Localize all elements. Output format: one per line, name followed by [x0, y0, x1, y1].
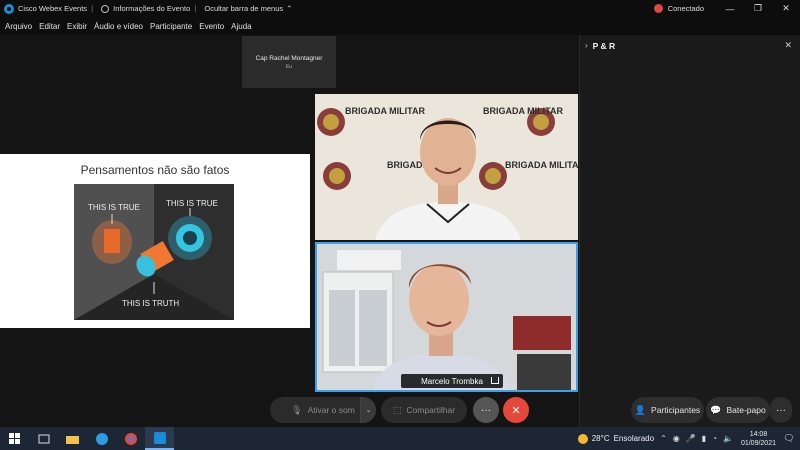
badge-text-2: BRIGADA MILITAR — [483, 106, 563, 116]
more-options-button[interactable]: ··· — [473, 397, 499, 423]
clock[interactable]: 14:08 01/09/2021 — [741, 430, 776, 448]
meeting-stage: Cap Rachel Montagner Eu Pensamentos não … — [0, 35, 578, 427]
slide-label-left: THIS IS TRUE — [88, 203, 140, 212]
event-info-label: Informações do Evento — [113, 4, 191, 13]
menu-exibir[interactable]: Exibir — [67, 22, 87, 31]
notification-icon[interactable]: 🗨 — [782, 433, 796, 444]
video-tile-2[interactable]: Marcelo Trombka — [315, 242, 578, 392]
chat-label: Bate-papo — [726, 405, 766, 415]
network-status-icon[interactable]: ◉ — [673, 434, 680, 443]
menu-audio-video[interactable]: Áudio e vídeo — [94, 22, 143, 31]
info-icon — [101, 4, 110, 13]
webex-logo-icon — [4, 3, 14, 14]
chevron-up-icon: ⌃ — [286, 4, 293, 13]
share-label: Compartilhar — [406, 405, 456, 415]
participant-video-2 — [317, 244, 576, 390]
leave-meeting-button[interactable]: ✕ — [503, 397, 529, 423]
start-button[interactable] — [0, 427, 29, 450]
badge-text-4: BRIGADA MILITAR — [505, 160, 578, 170]
chrome-icon — [124, 432, 137, 445]
menu-arquivo[interactable]: Arquivo — [5, 22, 32, 31]
perspective-cylinder-image: THIS IS TRUE THIS IS TRUE THIS IS TRUTH — [74, 184, 234, 320]
edge-button[interactable] — [87, 427, 116, 450]
chat-button[interactable]: 💬 Bate-papo — [706, 397, 770, 423]
more-panels-button[interactable]: ··· — [770, 397, 792, 423]
connection-status-icon — [653, 4, 663, 13]
title-separator: | — [194, 4, 197, 13]
hide-menu-label: Ocultar barra de menus — [204, 4, 284, 13]
webex-taskbar-button[interactable] — [145, 427, 174, 450]
unmute-label: Ativar o som — [307, 405, 355, 415]
microphone-off-icon: 🎙 — [291, 404, 303, 415]
task-view-icon — [38, 434, 49, 443]
participant-video-1: BRIGADA MILITAR BRIGADA MILITAR BRIGADA … — [315, 94, 578, 240]
hide-menu-button[interactable]: Ocultar barra de menus ⌃ — [200, 4, 292, 13]
participants-label: Participantes — [651, 405, 701, 415]
video-tile-1[interactable]: BRIGADA MILITAR BRIGADA MILITAR BRIGADA … — [315, 94, 578, 240]
slide-title: Pensamentos não são fatos — [80, 163, 230, 177]
shared-content: Pensamentos não são fatos THIS IS TRUE T… — [0, 154, 310, 328]
menu-evento[interactable]: Evento — [199, 22, 224, 31]
chrome-button[interactable] — [116, 427, 145, 450]
weather-temp[interactable]: 28°C — [592, 434, 610, 443]
event-info-button[interactable]: Informações do Evento — [97, 4, 190, 13]
menu-participante[interactable]: Participante — [150, 22, 192, 31]
share-screen-icon: ⬚ — [392, 404, 402, 415]
slide-label-right: THIS IS TRUE — [166, 199, 218, 208]
windows-taskbar: 28°C Ensolarado ⌃ ◉ 🎤 ▮ ◔ 🔈 14:08 01/09/… — [0, 427, 800, 450]
folder-icon — [66, 435, 79, 444]
unmute-button[interactable]: 🎙 Ativar o som ⌄ — [270, 397, 376, 423]
share-out-icon[interactable] — [491, 377, 499, 384]
wifi-icon[interactable]: ◔ — [712, 434, 717, 443]
share-button[interactable]: ⬚ Compartilhar — [381, 397, 467, 423]
video2-participant-name: Marcelo Trombka — [421, 376, 483, 386]
windows-logo-icon — [9, 433, 20, 444]
participants-button[interactable]: 👤 Participantes — [631, 397, 704, 423]
edge-icon — [95, 432, 108, 445]
weather-text[interactable]: Ensolarado — [614, 434, 654, 443]
app-name: Cisco Webex Events — [18, 4, 88, 13]
presenter-name: Cap Rachel Montagner — [255, 54, 323, 62]
title-separator: | — [91, 4, 94, 13]
menu-editar[interactable]: Editar — [39, 22, 60, 31]
slide-label-bottom: THIS IS TRUTH — [122, 299, 179, 308]
video2-name-pill: Marcelo Trombka — [401, 374, 503, 388]
microphone-icon[interactable]: 🎤 — [686, 434, 696, 443]
slide-illustration: THIS IS TRUE THIS IS TRUE THIS IS TRUTH — [74, 184, 234, 320]
qa-panel: › P & R ✕ — [579, 35, 800, 427]
webex-icon — [153, 431, 166, 444]
maximize-button[interactable]: ❐ — [744, 3, 772, 14]
presenter-name-tile[interactable]: Cap Rachel Montagner Eu — [242, 36, 336, 88]
system-tray: 28°C Ensolarado ⌃ ◉ 🎤 ▮ ◔ 🔈 14:08 01/09/… — [577, 427, 800, 450]
task-view-button[interactable] — [29, 427, 58, 450]
person-icon: 👤 — [634, 404, 647, 415]
close-window-button[interactable]: ✕ — [772, 3, 800, 14]
menu-ajuda[interactable]: Ajuda — [231, 22, 251, 31]
chevron-up-icon[interactable]: ⌃ — [660, 434, 667, 443]
presenter-self-label: Eu — [285, 63, 293, 70]
clock-time: 14:08 — [749, 430, 768, 438]
close-panel-button[interactable]: ✕ — [784, 40, 792, 51]
clock-date: 01/09/2021 — [740, 439, 776, 447]
file-explorer-button[interactable] — [58, 427, 87, 450]
qa-panel-title: P & R — [592, 40, 616, 51]
qa-panel-header: › P & R — [580, 35, 800, 56]
battery-icon[interactable]: ▮ — [702, 434, 706, 443]
title-bar: Cisco Webex Events | Informações do Even… — [0, 0, 800, 17]
chat-bubble-icon: 💬 — [710, 404, 722, 415]
chevron-right-icon[interactable]: › — [585, 41, 588, 50]
badge-text-1: BRIGADA MILITAR — [345, 106, 425, 116]
volume-icon[interactable]: 🔈 — [723, 434, 733, 443]
sun-icon — [577, 433, 588, 444]
app-title: Cisco Webex Events — [0, 3, 88, 14]
minimize-button[interactable]: — — [716, 4, 744, 14]
menu-bar: Arquivo Editar Exibir Áudio e vídeo Part… — [0, 17, 800, 35]
connection-status: Conectado — [667, 4, 704, 13]
